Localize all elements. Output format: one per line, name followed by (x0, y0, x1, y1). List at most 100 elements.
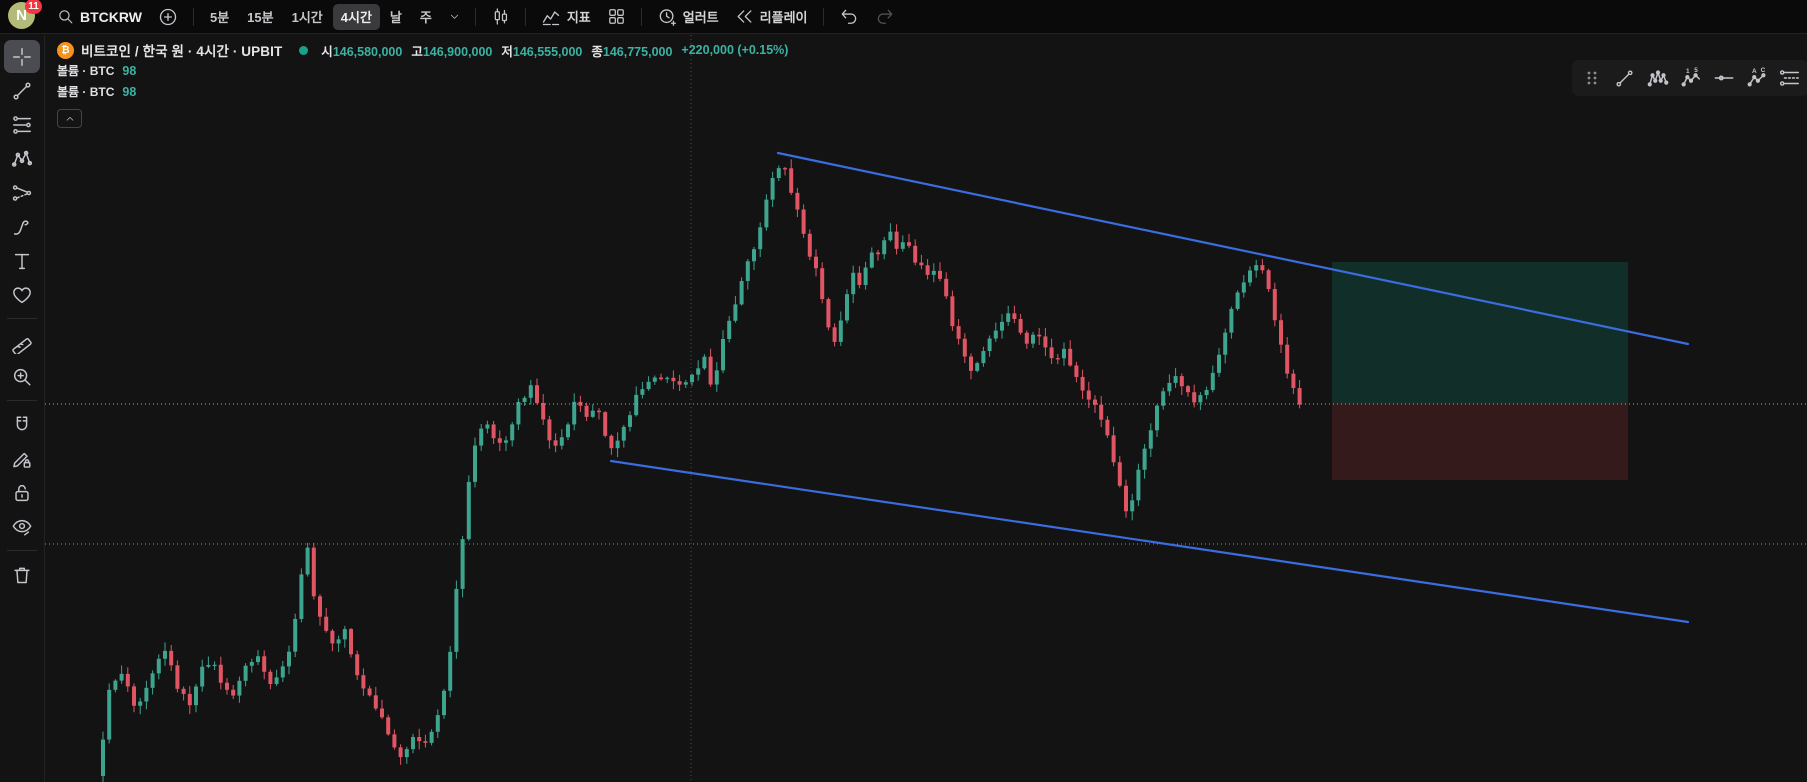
hide-drawings-button[interactable] (4, 510, 40, 543)
zoom-in-icon (11, 366, 33, 388)
alert-button[interactable]: 얼러트 (650, 4, 726, 30)
close-value: 146,775,000 (602, 44, 673, 59)
lock-icon (11, 482, 33, 504)
magnet-mode-button[interactable] (4, 408, 40, 441)
toolbar-separator (192, 7, 194, 26)
fib-retracement-tool-button[interactable] (4, 108, 40, 141)
low-value: 146,555,000 (512, 44, 583, 59)
replay-label: 리플레이 (759, 10, 808, 25)
indicators-button[interactable]: 지표 (534, 4, 598, 30)
volume-label: 볼륨 · BTC (57, 64, 115, 78)
timeframe-menu-button[interactable] (442, 4, 467, 30)
volume-value: 98 (122, 63, 137, 78)
compare-add-button[interactable] (151, 4, 185, 30)
timeframe-15m[interactable]: 15분 (239, 4, 281, 30)
volume-indicator-row[interactable]: 볼륨 · BTC 98 (57, 60, 788, 81)
chart-style-button[interactable] (484, 4, 517, 30)
crosshair-tool-button[interactable] (4, 40, 40, 73)
favorite-trend-line-button[interactable] (1609, 63, 1640, 93)
volume-indicator-row[interactable]: 볼륨 · BTC 98 (57, 81, 788, 102)
change-value: +220,000 (+0.15%) (681, 43, 789, 57)
favorite-elliott-wave-button[interactable] (1642, 63, 1673, 93)
position-loss-zone (1332, 404, 1628, 480)
trend-line-icon (1614, 68, 1635, 89)
zoom-in-tool-button[interactable] (4, 360, 40, 393)
notification-badge: 11 (25, 0, 42, 14)
svg-text:5: 5 (1694, 67, 1698, 74)
xabcd-pattern-tool-button[interactable] (4, 142, 40, 175)
emoji-tool-button[interactable] (4, 278, 40, 311)
volume-label: 볼륨 · BTC (57, 85, 115, 99)
open-value: 146,580,000 (332, 44, 403, 59)
horizontal-ray-icon (1713, 67, 1735, 89)
measure-tool-button[interactable] (4, 326, 40, 359)
favorite-horizontal-ray-button[interactable] (1708, 63, 1739, 93)
indicators-label: 지표 (566, 10, 591, 25)
favorite-abcd-pattern-button[interactable]: AC (1741, 63, 1772, 93)
tool-rail-divider (7, 318, 37, 319)
projection-icon (11, 182, 33, 204)
crosshair-icon (11, 46, 33, 68)
candlestick-chart[interactable] (45, 35, 1807, 782)
favorites-drawing-toolbar: 15 AC (1572, 60, 1807, 96)
magnet-icon (11, 414, 33, 436)
high-label: 고 (411, 44, 423, 59)
alert-clock-icon (657, 7, 677, 27)
trend-line (609, 459, 1690, 624)
user-avatar[interactable]: N 11 (8, 0, 42, 32)
trading-app: { "header": { "avatar_letter": "N", "not… (0, 0, 1807, 782)
volume-value: 98 (122, 84, 137, 99)
abcd-pattern-icon: AC (1746, 67, 1768, 89)
indicators-icon (541, 7, 561, 27)
undo-button[interactable] (832, 4, 866, 30)
toolbar-separator (822, 7, 824, 26)
toolbar-drag-handle[interactable] (1576, 63, 1607, 93)
high-value: 146,900,000 (422, 44, 493, 59)
toolbar-separator (474, 7, 476, 26)
chevron-down-icon (449, 11, 460, 22)
replay-icon (735, 7, 754, 26)
trash-icon (11, 564, 33, 586)
tool-rail-divider (7, 550, 37, 551)
drawing-tool-rail (0, 35, 45, 782)
symbol-label: BTCKRW (80, 8, 142, 25)
symbol-legend-row[interactable]: ₿ 비트코인 / 한국 원 · 4시간 · UPBIT 시146,580,000… (57, 40, 788, 60)
remove-drawings-button[interactable] (4, 558, 40, 591)
text-tool-button[interactable] (4, 244, 40, 277)
collapse-pane-button[interactable] (57, 109, 82, 128)
layout-grid-icon (607, 7, 626, 26)
timeframe-1h[interactable]: 1시간 (284, 4, 331, 30)
projection-tool-button[interactable] (4, 176, 40, 209)
timeframe-week[interactable]: 주 (412, 4, 440, 30)
alert-label: 얼러트 (682, 10, 719, 25)
timeframe-day[interactable]: 날 (382, 4, 410, 30)
market-status-dot[interactable] (299, 45, 309, 55)
symbol-search-button[interactable]: BTCKRW (50, 4, 149, 30)
svg-text:A: A (1751, 68, 1756, 75)
lock-all-drawings-button[interactable] (4, 476, 40, 509)
redo-icon (875, 7, 895, 27)
candlestick-style-icon (491, 7, 510, 26)
replay-button[interactable]: 리플레이 (728, 4, 815, 30)
chevron-up-icon (65, 114, 75, 124)
favorite-elliott-impulse-button[interactable]: 15 (1675, 63, 1706, 93)
undo-icon (839, 7, 859, 27)
layout-grid-button[interactable] (600, 4, 633, 30)
brush-icon (11, 216, 33, 238)
chart-pane[interactable] (45, 35, 1807, 782)
elliott-wave-icon (1647, 67, 1669, 89)
position-profit-zone (1332, 262, 1628, 404)
toolbar-separator (640, 7, 642, 26)
svg-text:C: C (1760, 67, 1765, 74)
timeframe-5m[interactable]: 5분 (202, 4, 237, 30)
favorite-parallel-channel-button[interactable] (1774, 63, 1805, 93)
plus-circle-icon (158, 7, 178, 27)
heart-icon (11, 284, 33, 306)
redo-button[interactable] (868, 4, 902, 30)
trend-line-tool-button[interactable] (4, 74, 40, 107)
pencil-lock-icon (11, 448, 33, 470)
brush-tool-button[interactable] (4, 210, 40, 243)
drawing-mode-lock-button[interactable] (4, 442, 40, 475)
trend-line-icon (11, 80, 33, 102)
timeframe-4h[interactable]: 4시간 (332, 3, 380, 30)
